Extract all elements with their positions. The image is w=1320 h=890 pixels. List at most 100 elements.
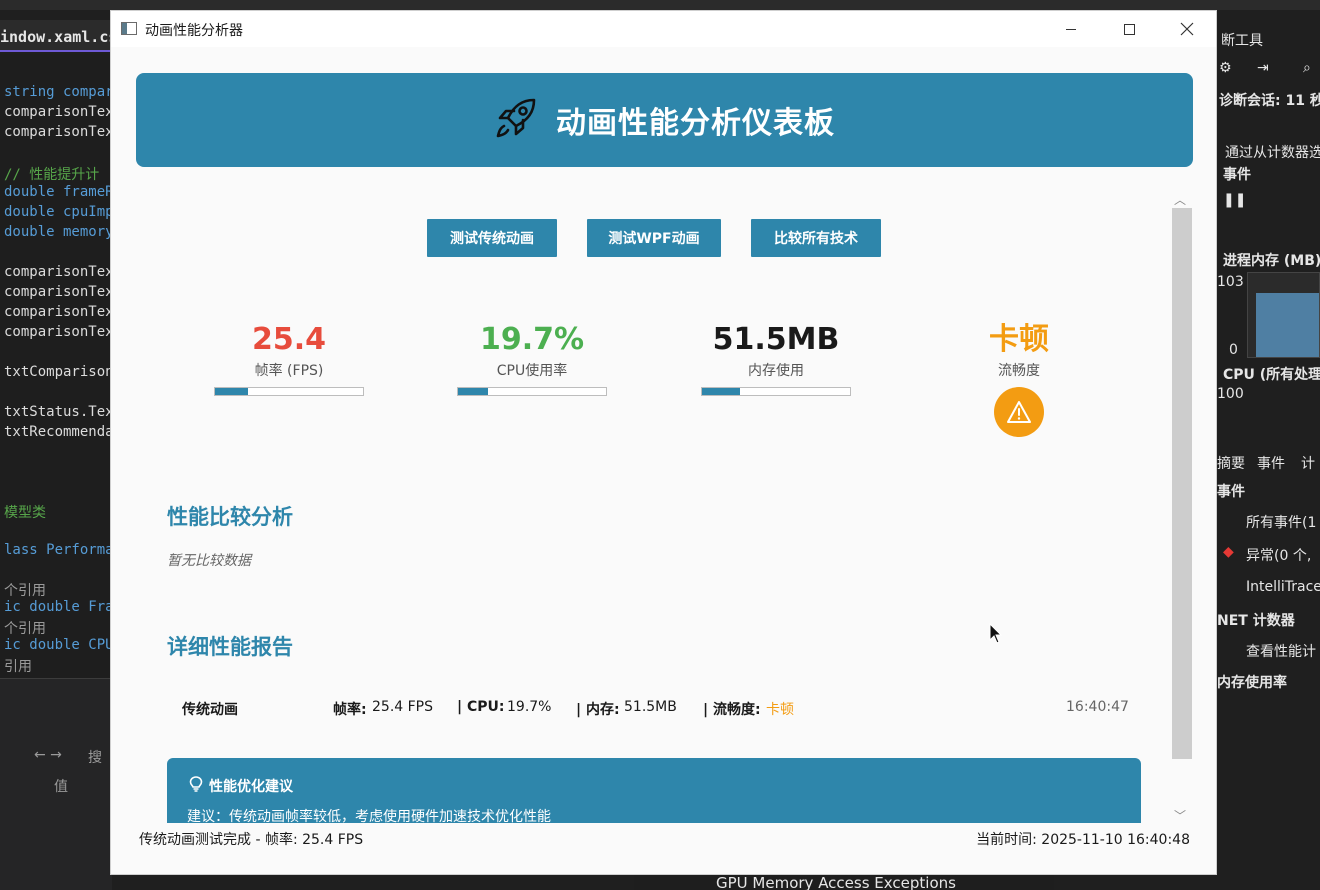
fps-label: 帧率 (FPS) — [254, 363, 324, 379]
title-bar[interactable]: 动画性能分析器 — [111, 11, 1216, 47]
memory-graph — [1247, 272, 1320, 358]
cpu-label: CPU使用率 — [496, 363, 568, 379]
code-line: 引用 — [4, 659, 32, 675]
gear-icon[interactable]: ⚙ — [1219, 60, 1232, 76]
fps-progress-fill — [215, 388, 248, 395]
scrollbar[interactable] — [1172, 208, 1192, 759]
warning-icon — [994, 387, 1044, 437]
code-line: txtRecommenda — [4, 424, 112, 440]
ide-tab-strip: indow.xaml.cs — [0, 20, 117, 52]
smoothness-value: 卡顿 — [989, 322, 1049, 357]
code-line: ic double CPU — [4, 637, 112, 653]
window-title: 动画性能分析器 — [145, 23, 243, 39]
code-line: comparisonTex — [4, 324, 112, 340]
view-perf-item[interactable]: 查看性能计 — [1246, 641, 1316, 661]
tab-events[interactable]: 事件 — [1257, 453, 1285, 473]
report-row-name: 传统动画 — [182, 702, 238, 718]
events-header: 事件 — [1217, 484, 1245, 500]
locals-search-label[interactable]: 搜 — [88, 747, 102, 767]
memory-progress-fill — [702, 388, 741, 395]
code-line: comparisonTex — [4, 124, 112, 140]
ide-file-tab[interactable]: indow.xaml.cs — [0, 28, 117, 46]
tips-title: 性能优化建议 — [209, 779, 293, 795]
code-line: comparisonTex — [4, 104, 112, 120]
code-line: comparisonTex — [4, 284, 112, 300]
memory-metric: 51.5MB 内存使用 — [691, 322, 861, 380]
code-line: comparisonTex — [4, 264, 112, 280]
cpu-track-label: CPU (所有处理 — [1223, 367, 1320, 383]
code-line: lass Performa — [4, 542, 112, 558]
report-time: 16:40:47 — [1066, 699, 1129, 715]
code-line: double frameR — [4, 184, 112, 200]
locals-value-header: 值 — [54, 779, 68, 795]
pause-icon[interactable]: ❚❚ — [1223, 192, 1246, 208]
maximize-button[interactable] — [1100, 11, 1158, 47]
back-arrow-icon[interactable]: ← → — [34, 747, 62, 763]
code-line: 个引用 — [4, 583, 46, 599]
mem-min-label: 0 — [1229, 342, 1238, 358]
fps-value: 25.4 — [251, 322, 327, 357]
scroll-up-icon[interactable]: ︿ — [1174, 191, 1186, 208]
code-line: // 性能提升计 — [4, 167, 100, 183]
status-bar: 传统动画测试完成 - 帧率: 25.4 FPS 当前时间: 2025-11-10… — [111, 823, 1216, 874]
ide-locals-panel: ← → 搜 值 — [0, 678, 112, 890]
code-line: string compar — [4, 84, 112, 100]
diag-session: 诊断会话: 11 秒 — [1219, 93, 1320, 109]
intellitrace-item[interactable]: IntelliTrace — [1246, 579, 1320, 595]
dashboard-header: 动画性能分析仪表板 — [136, 73, 1193, 167]
exceptions-item[interactable]: 异常(0 个, — [1246, 545, 1311, 565]
test-wpf-animation-button[interactable]: 测试WPF动画 — [587, 219, 721, 257]
exception-diamond-icon: ◆ — [1223, 544, 1234, 560]
report-cpu-value: 19.7% — [507, 699, 552, 715]
compare-all-button[interactable]: 比较所有技术 — [751, 219, 881, 257]
events-track-label: 事件 — [1223, 167, 1251, 183]
comparison-title: 性能比较分析 — [167, 505, 293, 529]
ide-top-bar — [0, 0, 1320, 10]
report-smooth-label: | 流畅度: — [703, 702, 761, 718]
cpu-value: 19.7% — [479, 322, 585, 357]
code-editor[interactable]: string compar comparisonTex comparisonTex /… — [0, 54, 112, 684]
report-smooth-value: 卡顿 — [766, 702, 794, 718]
tab-counters[interactable]: 计 — [1301, 453, 1315, 473]
lightbulb-icon — [189, 776, 203, 796]
mem-max-label: 103 — [1217, 274, 1244, 290]
cpu-progress-fill — [458, 388, 488, 395]
net-counters-header: NET 计数器 — [1217, 613, 1295, 629]
scroll-down-icon[interactable]: ﹀ — [1174, 807, 1186, 824]
zoom-icon[interactable]: ⌕ — [1303, 60, 1311, 76]
code-line: ic double Fra — [4, 599, 112, 615]
memory-value: 51.5MB — [712, 322, 840, 357]
memory-progress — [701, 387, 851, 396]
code-line: double cpuImp — [4, 204, 112, 220]
app-window: 动画性能分析器 动画性能分析仪表板 ︿ ﹀ 测试传统动画 测试WPF动画 比较所… — [110, 10, 1217, 875]
code-line: txtStatus.Tex — [4, 404, 112, 420]
dashboard-title: 动画性能分析仪表板 — [556, 106, 835, 141]
tab-summary[interactable]: 摘要 — [1217, 453, 1245, 473]
memory-label: 内存使用 — [748, 363, 804, 379]
fps-progress — [214, 387, 364, 396]
cpu-max-label: 100 — [1217, 386, 1244, 402]
status-message: 传统动画测试完成 - 帧率: 25.4 FPS — [139, 832, 364, 848]
code-line: comparisonTex — [4, 304, 112, 320]
counter-hint: 通过从计数器选 — [1225, 145, 1320, 161]
gpu-exceptions-item[interactable]: GPU Memory Access Exceptions — [716, 874, 956, 890]
minimize-button[interactable] — [1042, 11, 1100, 47]
cpu-progress — [457, 387, 607, 396]
code-line: 个引用 — [4, 621, 46, 637]
report-row: 传统动画 帧率: 25.4 FPS | CPU: 19.7% | 内存: 51.… — [168, 699, 1129, 721]
app-icon — [121, 22, 137, 35]
report-cpu-label: | CPU: — [457, 699, 505, 715]
close-button[interactable] — [1158, 11, 1216, 47]
report-mem-label: | 内存: — [576, 702, 620, 718]
all-events-item[interactable]: 所有事件(1 — [1246, 512, 1316, 532]
proc-mem-label: 进程内存 (MB) — [1223, 253, 1320, 269]
report-fps-value: 25.4 FPS — [372, 699, 434, 715]
fps-metric: 25.4 帧率 (FPS) — [204, 322, 374, 380]
report-fps-label: 帧率: — [333, 702, 367, 718]
cpu-metric: 19.7% CPU使用率 — [447, 322, 617, 380]
export-icon[interactable]: ⇥ — [1257, 60, 1269, 76]
test-legacy-animation-button[interactable]: 测试传统动画 — [427, 219, 557, 257]
smoothness-label: 流畅度 — [998, 363, 1040, 379]
code-line: txtComparison — [4, 364, 112, 380]
code-line: double memory — [4, 224, 112, 240]
